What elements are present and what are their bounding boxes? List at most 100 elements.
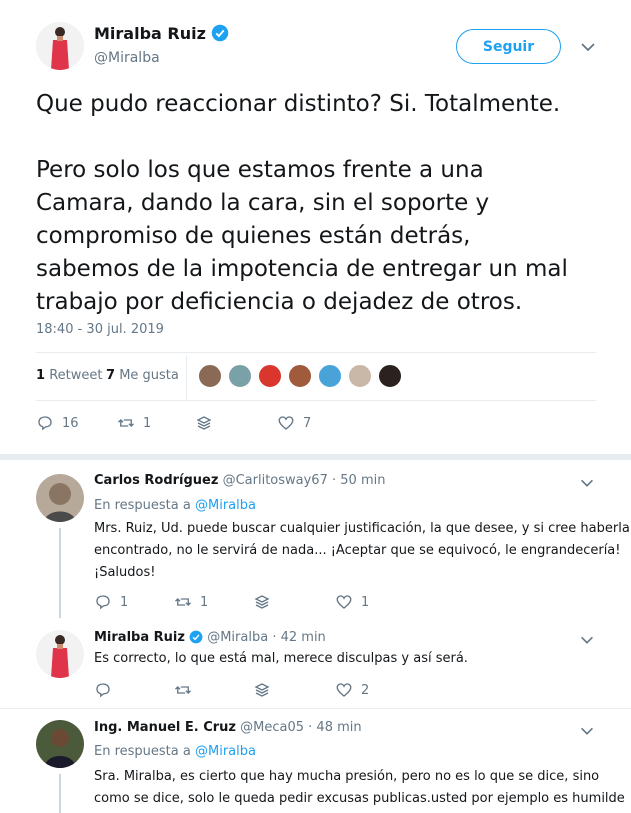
like-action[interactable]: 2 bbox=[335, 681, 369, 699]
reply-text-line: Sra. Miralba, es cierto que hay mucha pr… bbox=[94, 769, 600, 784]
share-action[interactable] bbox=[253, 681, 271, 699]
like-action[interactable]: 1 bbox=[335, 593, 369, 611]
reply-to-line: En respuesta a @Miralba bbox=[94, 744, 256, 759]
main-author-avatar[interactable] bbox=[36, 22, 84, 70]
reply-author-avatar[interactable] bbox=[36, 720, 84, 768]
reply-to-handle[interactable]: @Miralba bbox=[195, 498, 256, 513]
heart-icon bbox=[278, 416, 294, 430]
reply-to-prefix: En respuesta a bbox=[94, 498, 191, 513]
reply-author-avatar[interactable] bbox=[36, 630, 84, 678]
reply-header: Carlos Rodríguez @Carlitosway67 · 50 min bbox=[94, 473, 385, 488]
reply-time[interactable]: · 50 min bbox=[332, 473, 385, 488]
layers-icon bbox=[196, 416, 212, 430]
retweets-count: 1 bbox=[36, 368, 46, 383]
reply-text: Mrs. Ruiz, Ud. puede buscar cualquier ju… bbox=[94, 518, 630, 584]
likes-count: 7 bbox=[106, 368, 116, 383]
reply-time[interactable]: · 42 min bbox=[272, 630, 325, 645]
reply-icon bbox=[38, 416, 52, 431]
share-action[interactable] bbox=[195, 414, 213, 432]
tweet-line: Pero solo los que estamos frente a una bbox=[36, 157, 484, 183]
chevron-down-icon[interactable] bbox=[578, 37, 600, 59]
retweet-action[interactable] bbox=[174, 681, 200, 699]
likes-stat[interactable]: 7 Me gusta bbox=[106, 368, 179, 383]
avatar[interactable] bbox=[228, 364, 252, 388]
reply-text: Es correcto, lo que está mal, merece dis… bbox=[94, 651, 468, 666]
reply-to-handle[interactable]: @Miralba bbox=[195, 744, 256, 759]
reply-author-name[interactable]: Carlos Rodríguez bbox=[94, 473, 218, 488]
avatar[interactable] bbox=[198, 364, 222, 388]
retweet-action[interactable]: 1 bbox=[174, 593, 208, 611]
reply-author-handle[interactable]: @Meca05 bbox=[240, 720, 304, 735]
like-count: 2 bbox=[361, 682, 370, 698]
avatar[interactable] bbox=[348, 364, 372, 388]
reply-to-line: En respuesta a @Miralba bbox=[94, 498, 256, 513]
main-author-handle[interactable]: @Miralba bbox=[94, 50, 160, 66]
retweet-icon bbox=[175, 598, 191, 606]
divider bbox=[186, 356, 187, 400]
reply-author-handle[interactable]: @Carlitosway67 bbox=[223, 473, 328, 488]
follow-button-label: Seguir bbox=[482, 38, 535, 55]
likers-avatars[interactable] bbox=[198, 364, 402, 390]
retweets-label: Retweet bbox=[49, 368, 103, 383]
retweets-stat[interactable]: 1 Retweet bbox=[36, 368, 102, 383]
reply-header: Miralba Ruiz @Miralba · 42 min bbox=[94, 630, 326, 648]
reply-author-name[interactable]: Ing. Manuel E. Cruz bbox=[94, 720, 236, 735]
retweet-count: 1 bbox=[200, 594, 209, 610]
divider bbox=[0, 708, 631, 709]
retweet-icon bbox=[118, 419, 134, 427]
retweet-icon bbox=[175, 686, 191, 694]
tweet-line: Camara, dando la cara, sin el soporte y bbox=[36, 190, 490, 216]
reply-time[interactable]: · 48 min bbox=[308, 720, 361, 735]
reply-count: 1 bbox=[120, 594, 129, 610]
tweet-timestamp[interactable]: 18:40 - 30 jul. 2019 bbox=[36, 322, 164, 337]
retweet-count: 1 bbox=[143, 415, 152, 431]
verified-icon bbox=[189, 630, 203, 648]
thread-line bbox=[59, 774, 61, 813]
reply-icon bbox=[96, 683, 110, 698]
reply-text-line: como se dice, solo le queda pedir excusa… bbox=[94, 791, 625, 806]
layers-icon bbox=[254, 595, 270, 609]
tweet-line: Que pudo reaccionar distinto? Si. Totalm… bbox=[36, 91, 561, 117]
avatar[interactable] bbox=[378, 364, 402, 388]
avatar[interactable] bbox=[258, 364, 282, 388]
reply-author-avatar[interactable] bbox=[36, 474, 84, 522]
tweet-line: sabemos de la impotencia de entregar un … bbox=[36, 256, 568, 282]
chevron-down-icon[interactable] bbox=[578, 474, 600, 496]
reply-action[interactable]: 16 bbox=[36, 414, 79, 432]
like-count: 1 bbox=[361, 594, 370, 610]
avatar[interactable] bbox=[318, 364, 342, 388]
layers-icon bbox=[254, 683, 270, 697]
like-count: 7 bbox=[303, 415, 312, 431]
reply-header: Ing. Manuel E. Cruz @Meca05 · 48 min bbox=[94, 720, 362, 735]
tweet-line: trabajo por deficiencia o dejadez de otr… bbox=[36, 289, 523, 315]
avatar[interactable] bbox=[288, 364, 312, 388]
divider bbox=[36, 400, 596, 401]
main-author-name-row[interactable]: Miralba Ruiz bbox=[94, 24, 229, 46]
share-action[interactable] bbox=[253, 593, 271, 611]
reply-author-handle[interactable]: @Miralba bbox=[207, 630, 268, 645]
thread-line bbox=[59, 528, 61, 618]
heart-icon bbox=[336, 683, 352, 697]
section-divider bbox=[0, 454, 631, 460]
reply-text-line: ¡Saludos! bbox=[94, 565, 156, 580]
reply-count: 16 bbox=[62, 415, 79, 431]
main-tweet-text: Que pudo reaccionar distinto? Si. Totalm… bbox=[36, 88, 568, 319]
reply-action[interactable]: 1 bbox=[94, 593, 128, 611]
reply-text-line: encontrado, no le servirá de nada... ¡Ac… bbox=[94, 543, 621, 558]
main-author-name[interactable]: Miralba Ruiz bbox=[94, 24, 206, 43]
retweet-action[interactable]: 1 bbox=[117, 414, 151, 432]
likes-label: Me gusta bbox=[119, 368, 179, 383]
heart-icon bbox=[336, 595, 352, 609]
verified-icon bbox=[211, 24, 229, 46]
chevron-down-icon[interactable] bbox=[578, 722, 600, 744]
divider bbox=[36, 352, 596, 353]
follow-button[interactable]: Seguir bbox=[456, 29, 561, 64]
reply-text: Sra. Miralba, es cierto que hay mucha pr… bbox=[94, 766, 625, 810]
chevron-down-icon[interactable] bbox=[578, 631, 600, 653]
reply-icon bbox=[96, 595, 110, 610]
reply-author-name[interactable]: Miralba Ruiz bbox=[94, 630, 185, 645]
reply-text-line: Mrs. Ruiz, Ud. puede buscar cualquier ju… bbox=[94, 521, 630, 536]
tweet-line: compromiso de quienes están detrás, bbox=[36, 223, 471, 249]
reply-action[interactable] bbox=[94, 681, 120, 699]
like-action[interactable]: 7 bbox=[277, 414, 311, 432]
